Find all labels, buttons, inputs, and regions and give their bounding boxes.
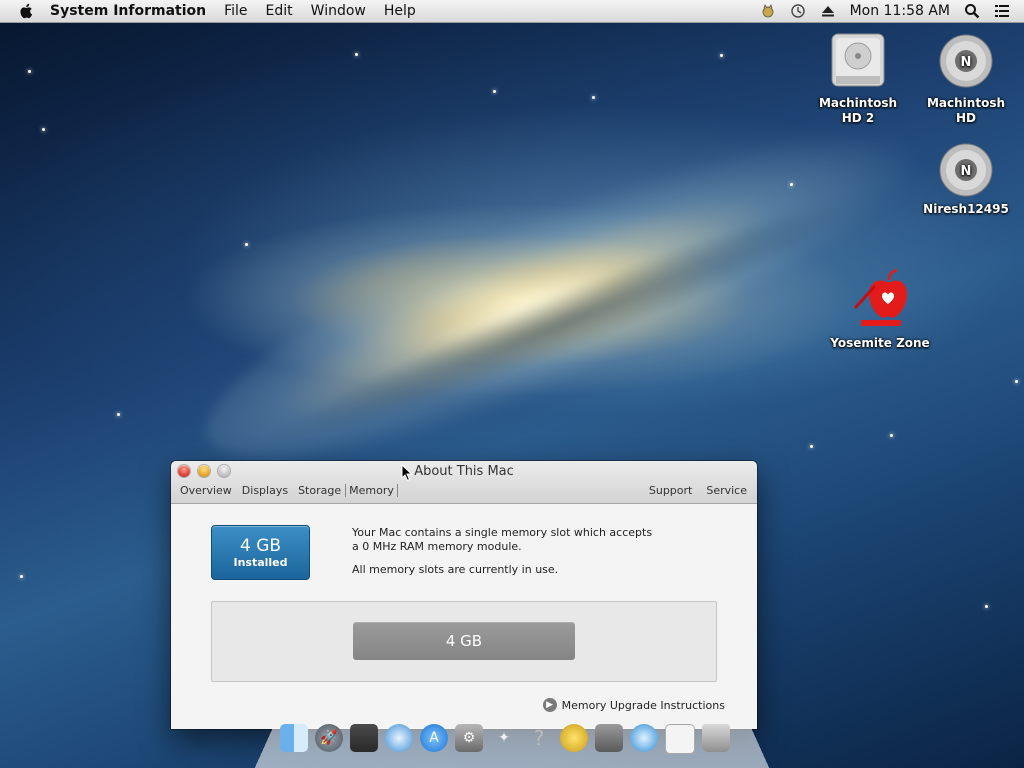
notification-list-icon[interactable]: [994, 3, 1010, 19]
apple-menu-icon[interactable]: [18, 2, 36, 20]
svg-text:N: N: [961, 164, 972, 179]
menu-help[interactable]: Help: [384, 3, 416, 19]
star: [20, 575, 23, 578]
arrow-right-circle-icon: ▶: [542, 698, 557, 712]
mouse-cursor-icon: [401, 464, 413, 482]
tab-overview[interactable]: Overview: [180, 484, 232, 497]
tab-storage[interactable]: Storage: [298, 484, 341, 497]
star: [42, 128, 45, 131]
hard-drive-icon: [831, 33, 885, 87]
desktop-icon-yosemite-zone[interactable]: Yosemite Zone: [830, 268, 930, 351]
star: [355, 53, 358, 56]
photo-icon[interactable]: [350, 724, 378, 752]
memory-installed-badge: 4 GB Installed: [211, 525, 310, 580]
svg-text:N: N: [961, 55, 972, 70]
menu-edit[interactable]: Edit: [266, 3, 293, 19]
desktop-icon-machintosh-hd-2[interactable]: Machintosh HD 2: [808, 30, 908, 126]
description-line-3: All memory slots are currently in use.: [352, 563, 559, 576]
desktop-icon-niresh12495[interactable]: N Niresh12495: [916, 142, 1016, 217]
star: [117, 413, 120, 416]
star: [592, 96, 595, 99]
tab-memory[interactable]: Memory: [345, 484, 398, 497]
system-preferences-icon[interactable]: ⚙: [455, 724, 483, 752]
spotlight-search-icon[interactable]: [964, 3, 980, 19]
safari-icon[interactable]: [385, 724, 413, 752]
star: [810, 445, 813, 448]
bee-icon[interactable]: [560, 724, 588, 752]
disk-n-icon: N: [939, 34, 993, 88]
window-tabs: Overview Displays Storage Memory: [180, 484, 408, 497]
memory-slot-panel: 4 GB: [211, 601, 717, 682]
memory-description: Your Mac contains a single memory slot w…: [352, 526, 652, 577]
window-title: About This Mac: [414, 464, 514, 479]
desktop-icon-label: Machintosh HD: [926, 96, 1006, 125]
upgrade-link-label: Memory Upgrade Instructions: [561, 698, 725, 712]
launchpad-icon[interactable]: 🚀: [315, 724, 343, 752]
dock: 🚀 A ⚙ ✦ ?: [280, 724, 737, 754]
star: [1015, 380, 1018, 383]
desktop-icon-label: Yosemite Zone: [830, 336, 930, 350]
star: [890, 434, 893, 437]
menu-bar: System Information File Edit Window Help…: [0, 0, 1024, 23]
star: [985, 605, 988, 608]
preview-icon[interactable]: [665, 724, 695, 754]
star: [720, 54, 723, 57]
memory-slot: 4 GB: [353, 622, 575, 660]
tab-support[interactable]: Support: [649, 484, 692, 497]
help-icon[interactable]: ?: [525, 724, 553, 752]
description-line-2: a 0 MHz RAM memory module.: [352, 540, 522, 553]
finder-icon[interactable]: [280, 724, 308, 752]
window-tabs-right: Support Service: [635, 484, 747, 497]
menu-file[interactable]: File: [224, 3, 247, 19]
tab-service[interactable]: Service: [706, 484, 747, 497]
memory-upgrade-link[interactable]: ▶ Memory Upgrade Instructions: [542, 698, 725, 712]
desktop-icon-machintosh-hd[interactable]: N Machintosh HD: [916, 30, 1016, 126]
app-store-icon[interactable]: A: [420, 724, 448, 752]
star: [28, 70, 31, 73]
desktop-icon-label: Machintosh HD 2: [818, 96, 898, 125]
star: [790, 183, 793, 186]
eject-icon[interactable]: [820, 3, 836, 19]
star: [493, 90, 496, 93]
description-line-1: Your Mac contains a single memory slot w…: [352, 526, 653, 539]
menubar-clock[interactable]: Mon 11:58 AM: [850, 3, 950, 19]
time-machine-icon[interactable]: [630, 724, 658, 752]
memory-size: 4 GB: [239, 536, 282, 556]
menu-app-name[interactable]: System Information: [50, 3, 206, 19]
trash-icon[interactable]: [702, 724, 730, 752]
time-machine-icon[interactable]: [790, 3, 806, 19]
tab-displays[interactable]: Displays: [242, 484, 288, 497]
menu-window[interactable]: Window: [311, 3, 366, 19]
about-this-mac-window: About This Mac Overview Displays Storage…: [171, 461, 757, 729]
status-cat-icon[interactable]: [760, 3, 776, 19]
star: [245, 243, 248, 246]
scanner-icon[interactable]: [595, 724, 623, 752]
memory-panel: 4 GB Installed Your Mac contains a singl…: [171, 504, 757, 729]
window-titlebar[interactable]: About This Mac Overview Displays Storage…: [171, 461, 757, 504]
unicorn-icon[interactable]: ✦: [490, 724, 518, 752]
memory-installed-label: Installed: [233, 556, 288, 569]
yosemite-zone-icon: [853, 268, 907, 326]
disk-n-icon: N: [939, 143, 993, 197]
desktop-icon-label: Niresh12495: [923, 202, 1009, 216]
